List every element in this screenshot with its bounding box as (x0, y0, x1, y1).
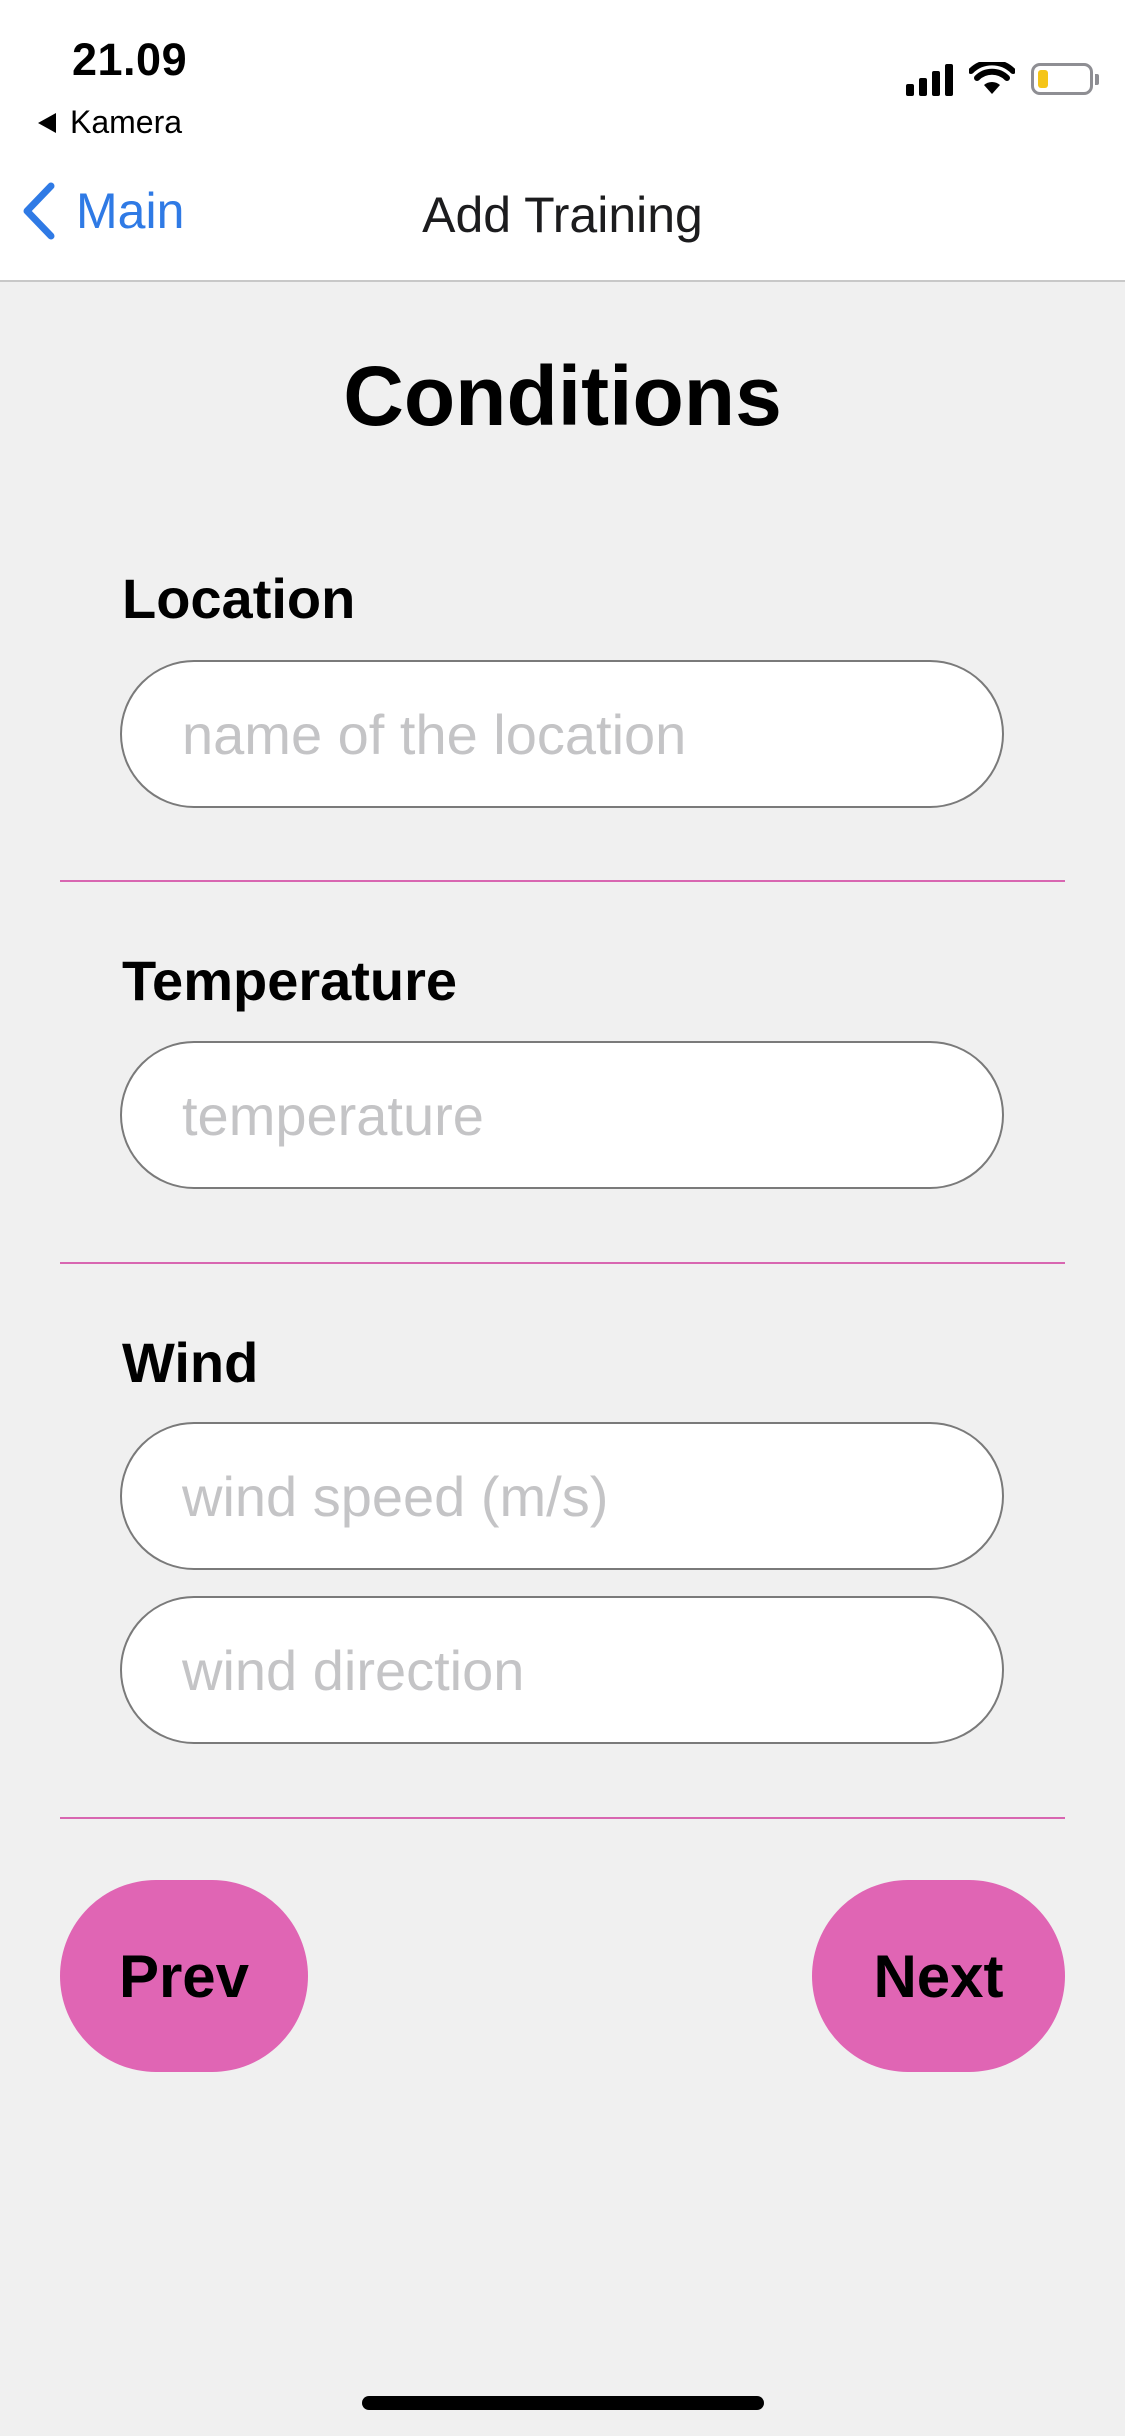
temperature-input[interactable] (120, 1041, 1004, 1189)
battery-level (1038, 70, 1048, 88)
header: 21.09 Kamera Main Add Training (0, 0, 1125, 282)
next-button[interactable]: Next (812, 1880, 1065, 2072)
signal-icon (906, 62, 953, 96)
home-indicator (362, 2396, 764, 2410)
back-triangle-icon (38, 112, 56, 133)
divider (60, 1262, 1065, 1264)
return-app-label: Kamera (70, 104, 183, 140)
wind-label: Wind (122, 1331, 259, 1394)
status-icons (906, 62, 1099, 96)
divider (60, 880, 1065, 882)
divider (60, 1817, 1065, 1819)
wind-direction-input[interactable] (120, 1596, 1004, 1744)
page-title: Conditions (343, 349, 782, 443)
wifi-icon (969, 62, 1015, 94)
status-time: 21.09 (72, 34, 188, 85)
return-to-app-link[interactable]: Kamera (38, 104, 182, 141)
prev-button[interactable]: Prev (60, 1880, 308, 2072)
battery-icon (1031, 63, 1099, 95)
location-input[interactable] (120, 660, 1004, 808)
nav-title: Add Training (422, 187, 703, 243)
wind-speed-input[interactable] (120, 1422, 1004, 1570)
location-label: Location (122, 567, 356, 630)
temperature-label: Temperature (122, 949, 458, 1012)
add-training-screen: 21.09 Kamera Main Add Training Condition… (0, 0, 1125, 2436)
